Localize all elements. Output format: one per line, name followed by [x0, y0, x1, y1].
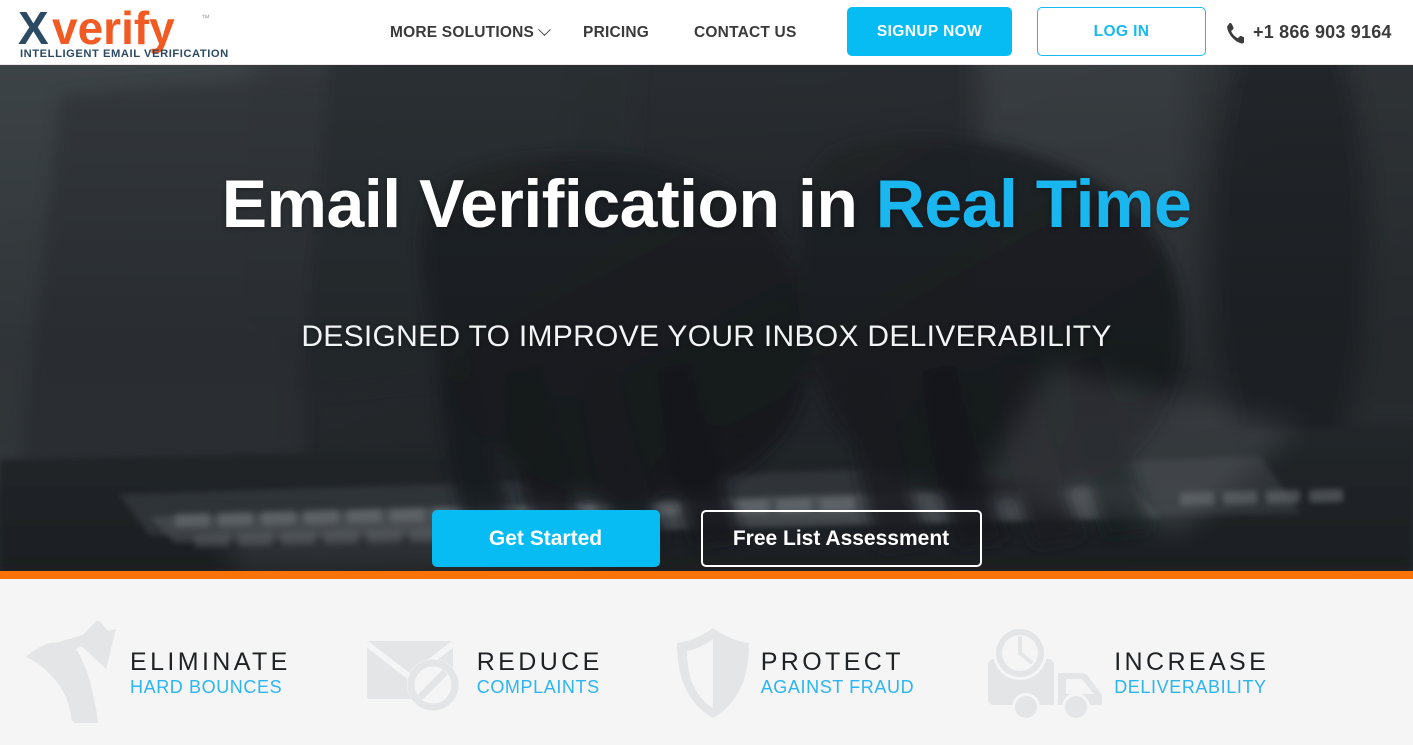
site-header: X verify ™ INTELLIGENT EMAIL VERIFICATIO…	[0, 0, 1413, 65]
nav-item-pricing[interactable]: PRICING	[583, 24, 649, 42]
phone-icon	[1227, 22, 1244, 44]
nav-item-more-solutions[interactable]: MORE SOLUTIONS	[390, 23, 551, 42]
feature-subtitle: AGAINST FRAUD	[760, 677, 915, 698]
hero-title: Email Verification in Real Time	[0, 170, 1413, 238]
get-started-button[interactable]: Get Started	[431, 510, 660, 567]
hero-subtitle: DESIGNED TO IMPROVE YOUR INBOX DELIVERAB…	[301, 320, 1112, 353]
hero-title-main: Email Verification in	[221, 166, 876, 242]
svg-text:X: X	[18, 4, 49, 54]
feature-protect: PROTECT AGAINST FRAUD	[673, 579, 915, 745]
feature-protect-text: PROTECT AGAINST FRAUD	[761, 648, 915, 698]
feature-subtitle: COMPLAINTS	[476, 677, 600, 698]
chevron-down-icon	[538, 23, 551, 37]
nav-label-pricing: PRICING	[583, 23, 650, 41]
phone-number: +1 866 903 9164	[1253, 22, 1392, 42]
features-strip: ELIMINATE HARD BOUNCES REDUCE COMPLAINTS	[0, 579, 1413, 745]
truck-clock-icon	[982, 625, 1106, 721]
hero-section: Email Verification in Real Time DESIGNED…	[0, 65, 1413, 571]
hero-cta-group: Get Started Free List Assessment	[0, 510, 1413, 567]
feature-title: ELIMINATE	[130, 648, 291, 677]
feature-eliminate-text: ELIMINATE HARD BOUNCES	[130, 648, 291, 698]
phone-link[interactable]: +1 866 903 9164	[1224, 0, 1392, 65]
hero-title-accent: Real Time	[875, 166, 1192, 242]
svg-text:INTELLIGENT EMAIL VERIFICATION: INTELLIGENT EMAIL VERIFICATION	[20, 48, 229, 60]
nav-label-more-solutions: MORE SOLUTIONS	[390, 23, 535, 41]
feature-reduce-text: REDUCE COMPLAINTS	[477, 648, 603, 698]
xverify-logo[interactable]: X verify ™ INTELLIGENT EMAIL VERIFICATIO…	[14, 4, 246, 60]
feature-increase-text: INCREASE DELIVERABILITY	[1114, 648, 1269, 698]
feature-reduce: REDUCE COMPLAINTS	[364, 579, 603, 745]
svg-text:™: ™	[201, 13, 210, 23]
logo-graphic: X verify ™ INTELLIGENT EMAIL VERIFICATIO…	[18, 4, 229, 60]
feature-increase: INCREASE DELIVERABILITY	[982, 579, 1269, 745]
shield-icon	[673, 625, 753, 721]
signup-now-button[interactable]: SIGNUP NOW	[847, 7, 1012, 56]
feature-title: INCREASE	[1114, 648, 1270, 677]
envelope-blocked-icon	[364, 631, 469, 715]
feature-eliminate: ELIMINATE HARD BOUNCES	[14, 579, 291, 745]
nav-label-contact-us: CONTACT US	[694, 23, 797, 41]
feature-title: REDUCE	[476, 648, 603, 677]
feature-title: PROTECT	[760, 648, 904, 677]
svg-text:verify: verify	[52, 4, 175, 54]
feature-subtitle: HARD BOUNCES	[130, 677, 283, 698]
free-list-assessment-button[interactable]: Free List Assessment	[700, 510, 982, 567]
feature-subtitle: DELIVERABILITY	[1114, 677, 1267, 698]
nav-item-contact-us[interactable]: CONTACT US	[694, 24, 796, 42]
log-in-button[interactable]: LOG IN	[1037, 7, 1206, 56]
curved-up-arrow-icon	[14, 621, 122, 725]
main-navigation: MORE SOLUTIONS PRICING CONTACT US	[390, 0, 797, 65]
hero-content: Email Verification in Real Time DESIGNED…	[0, 65, 1413, 571]
orange-divider	[0, 571, 1413, 579]
